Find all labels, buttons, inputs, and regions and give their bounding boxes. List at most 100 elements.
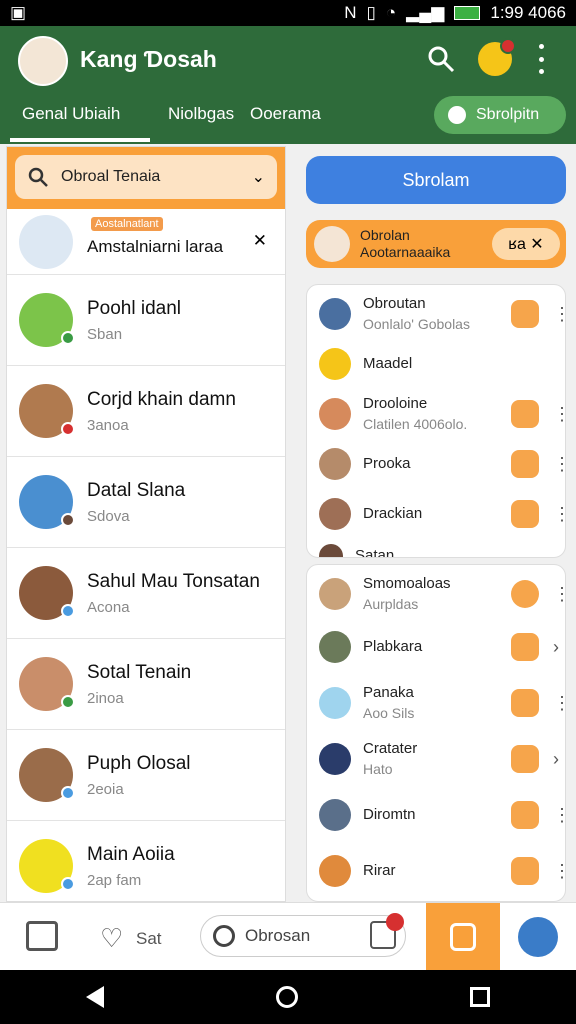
list-item[interactable]: Cratater Hato › <box>319 731 565 787</box>
chat-row[interactable]: Puph Olosal 2eoia <box>7 730 285 821</box>
bottom-navigation: ♡ Sat Obrosan <box>0 902 576 971</box>
list-item[interactable]: Maadel <box>319 339 565 389</box>
orange-action-icon[interactable] <box>511 689 539 717</box>
save-label[interactable]: Sat <box>136 929 162 949</box>
bag-icon[interactable] <box>370 913 404 949</box>
chat-name: Sahul Mau Tonsatan <box>87 570 260 592</box>
chat-row[interactable]: Sahul Mau Tonsatan Acona <box>7 548 285 639</box>
list-item[interactable]: Smomoaloas Aurpldas ⋮ <box>319 569 565 619</box>
orange-action-icon[interactable] <box>511 857 539 885</box>
profile-avatar[interactable] <box>18 36 68 86</box>
chat-row[interactable]: Corjd khain damn 3anoa <box>7 366 285 457</box>
nfc-icon: N <box>344 3 357 22</box>
more-vert-icon[interactable]: ⋮ <box>553 805 565 826</box>
avatar <box>319 348 351 380</box>
avatar <box>319 855 351 887</box>
item-subtitle: Hato <box>363 761 393 777</box>
orange-action-icon[interactable] <box>511 450 539 478</box>
list-item[interactable]: Rirar ⋮ <box>319 843 565 899</box>
emoji-notification-icon[interactable] <box>478 38 516 76</box>
chat-row[interactable]: Main Aoiia 2ap fam <box>7 821 285 901</box>
chat-name: Puph Olosal <box>87 752 191 774</box>
list-item[interactable]: Drooloine Clatilen 4006olo. ⋮ <box>319 389 565 439</box>
vibrate-icon: ▯ <box>366 3 376 22</box>
chat-subtitle: 2eoia <box>87 780 124 798</box>
orange-action-icon[interactable] <box>511 500 539 528</box>
orange-action-icon[interactable] <box>511 400 539 428</box>
pinned-chat-row[interactable]: Aostalnatlant Amstalniarni laraa ✕ <box>7 209 285 275</box>
more-vert-icon[interactable]: ⋮ <box>553 504 565 525</box>
more-vert-icon[interactable]: ⋮ <box>553 584 565 605</box>
chat-subtitle: 2ap fam <box>87 871 142 889</box>
home-icon[interactable] <box>276 986 298 1008</box>
shortcut-button[interactable]: Sbrolpitn <box>434 96 566 134</box>
chat-subtitle: 3anoa <box>87 416 129 434</box>
banner-action-chip[interactable]: ʁa ✕ <box>492 228 560 260</box>
tab-other[interactable]: Ooerama <box>250 104 321 124</box>
list-item[interactable]: Drackian ⋮ <box>319 489 565 539</box>
orange-action-icon[interactable] <box>511 745 539 773</box>
tab-notifications[interactable]: Niolbgas <box>168 104 234 124</box>
system-navigation-bar <box>0 970 576 1024</box>
chat-name: Sotal Tenain <box>87 661 192 683</box>
close-icon[interactable]: ✕ <box>253 231 267 251</box>
more-menu-icon[interactable] <box>534 44 548 74</box>
list-item[interactable]: Panaka Aoo Sils ⋮ <box>319 675 565 731</box>
item-name: Smomoaloas <box>363 575 451 592</box>
item-subtitle: Oonlalo' Gobolas <box>363 316 470 332</box>
chat-row[interactable]: Datal Slana Sdova <box>7 457 285 548</box>
avatar <box>19 748 75 802</box>
chevron-right-icon[interactable]: › <box>553 749 559 770</box>
battery-icon <box>454 6 481 20</box>
dropdown-label: Obroal Tenaia <box>61 168 161 185</box>
orange-action-icon[interactable] <box>511 300 539 328</box>
shortcut-button-label: Sbrolpitn <box>476 106 540 123</box>
chat-subtitle: Sdova <box>87 507 130 525</box>
orange-action-icon[interactable] <box>511 801 539 829</box>
chat-subtitle: 2inoa <box>87 689 124 707</box>
item-subtitle: Clatilen 4006olo. <box>363 416 468 432</box>
back-icon[interactable] <box>86 986 104 1008</box>
avatar <box>19 566 75 620</box>
list-item[interactable]: Obroutan Oonlalo' Gobolas ⋮ <box>319 289 565 339</box>
more-vert-icon[interactable]: ⋮ <box>553 454 565 475</box>
chevron-right-icon[interactable]: › <box>553 637 559 658</box>
heart-icon[interactable]: ♡ <box>100 923 123 954</box>
nav-item-active[interactable] <box>426 903 500 971</box>
primary-chat-button[interactable]: Sbrolam <box>306 156 566 204</box>
avatar <box>319 448 351 480</box>
profile-avatar[interactable] <box>518 917 558 957</box>
chat-row[interactable]: Sotal Tenain 2inoa <box>7 639 285 730</box>
list-item[interactable]: Diromtn ⋮ <box>319 787 565 843</box>
search-icon[interactable] <box>426 44 456 74</box>
search-icon <box>213 925 235 947</box>
chat-filter-dropdown[interactable]: Obroal Tenaia ⌄ <box>7 147 285 209</box>
app-title: Kang Ɗosah <box>80 46 217 72</box>
calendar-icon[interactable] <box>26 921 58 951</box>
item-name: Plabkara <box>363 638 423 655</box>
more-vert-icon[interactable]: ⋮ <box>553 304 565 325</box>
chat-list-panel: Obroal Tenaia ⌄ Aostalnatlant Amstalniar… <box>6 146 286 902</box>
more-vert-icon[interactable]: ⋮ <box>553 404 565 425</box>
orange-action-icon[interactable] <box>511 580 539 608</box>
active-chat-banner[interactable]: Obrolan Aootarnaaaika ʁa ✕ <box>306 220 566 268</box>
more-vert-icon[interactable]: ⋮ <box>553 693 565 714</box>
item-name: Obroutan <box>363 295 426 312</box>
avatar <box>19 839 75 893</box>
item-name: Drooloine <box>363 395 428 412</box>
list-item[interactable]: Prooka ⋮ <box>319 439 565 489</box>
chat-subtitle: Acona <box>87 598 130 616</box>
more-vert-icon[interactable]: ⋮ <box>553 861 565 882</box>
avatar <box>319 544 343 557</box>
active-tab-indicator <box>10 138 150 142</box>
item-name: Satan <box>355 547 395 558</box>
avatar <box>19 293 75 347</box>
item-name: Prooka <box>363 455 411 472</box>
tab-general[interactable]: Genal Ubiaih <box>22 104 120 124</box>
chat-row[interactable]: Poohl idanl Sban <box>7 275 285 366</box>
item-name: Rirar <box>363 862 396 879</box>
list-item[interactable]: Satan <box>319 539 565 558</box>
list-item[interactable]: Plabkara › <box>319 619 565 675</box>
recent-apps-icon[interactable] <box>470 987 490 1007</box>
orange-action-icon[interactable] <box>511 633 539 661</box>
